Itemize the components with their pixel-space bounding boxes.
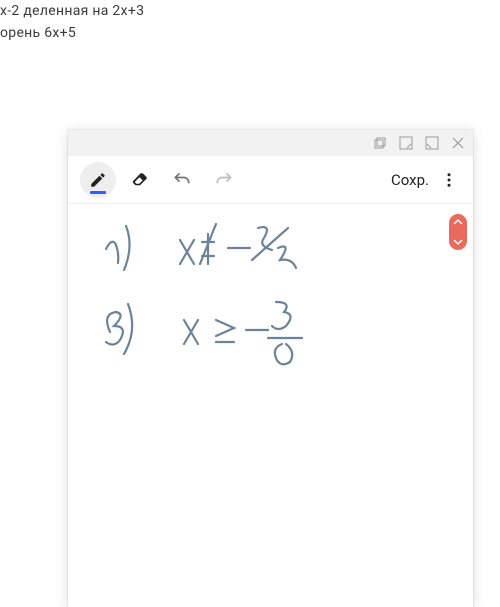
handwritten-ink (68, 204, 473, 604)
pen-icon (89, 171, 107, 189)
maximize-icon (425, 136, 439, 150)
minimize-corner-icon (399, 136, 413, 150)
chevron-down-icon (453, 238, 463, 246)
more-menu-button[interactable] (437, 171, 461, 189)
window-restore-button[interactable] (373, 136, 387, 150)
background-cropped-text: x-2 деленная на 2x+3 орень 6x+5 (0, 0, 144, 45)
window-titlebar (68, 130, 473, 156)
ink-x-a (180, 240, 194, 264)
pen-tool[interactable] (80, 162, 116, 198)
ink-letter-a (106, 242, 118, 263)
eraser-tool[interactable] (122, 162, 158, 198)
scroll-handle[interactable] (449, 214, 467, 250)
ink-x-b (184, 320, 198, 344)
redo-icon (214, 170, 234, 190)
window-maximize-button[interactable] (425, 136, 439, 150)
undo-icon (172, 170, 192, 190)
ink-6 (275, 344, 292, 364)
ink-3 (258, 227, 272, 250)
ink-letter-b (106, 312, 123, 345)
redo-button[interactable] (206, 162, 242, 198)
bg-line-1: x-2 деленная на 2x+3 (0, 0, 144, 22)
eraser-icon (131, 171, 149, 189)
window-close-button[interactable] (451, 136, 465, 150)
toolbar: Сохр. (68, 156, 473, 204)
window-minimize-button[interactable] (399, 136, 413, 150)
close-icon (451, 136, 465, 150)
note-window: Сохр. (68, 130, 473, 607)
undo-button[interactable] (164, 162, 200, 198)
pen-color-indicator (90, 191, 106, 194)
ink-geq (216, 320, 234, 342)
ink-5 (272, 302, 291, 329)
save-button[interactable]: Сохр. (391, 171, 429, 189)
ink-neq (200, 224, 216, 264)
ink-paren-b (124, 304, 132, 354)
more-vert-icon (440, 171, 458, 189)
bg-line-2: орень 6x+5 (0, 22, 144, 44)
ink-2 (278, 247, 296, 269)
chevron-up-icon (453, 218, 463, 226)
restore-icon (373, 136, 387, 150)
drawing-canvas[interactable] (68, 204, 473, 607)
ink-paren-a (124, 226, 130, 270)
